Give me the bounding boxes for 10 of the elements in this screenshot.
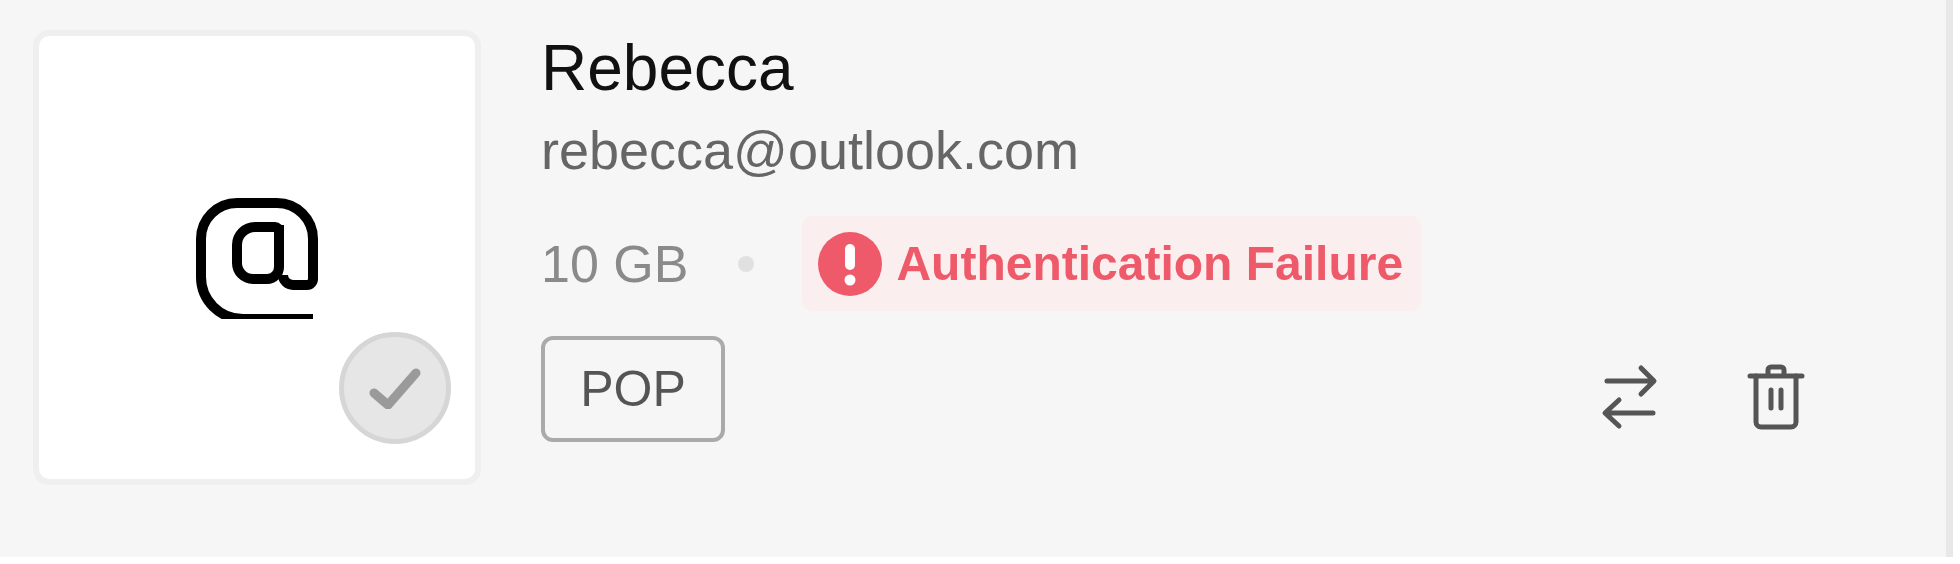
swap-icon xyxy=(1601,364,1659,430)
account-name: Rebecca xyxy=(541,31,795,106)
alert-icon xyxy=(818,231,883,296)
trash-icon xyxy=(1747,364,1805,430)
account-email: rebecca@outlook.com xyxy=(541,119,1081,182)
storage-size: 10 GB xyxy=(541,233,689,294)
check-icon xyxy=(368,367,422,409)
protocol-tag: POP xyxy=(541,336,725,442)
status-badge: Authentication Failure xyxy=(802,216,1422,311)
at-sign-icon xyxy=(195,196,319,319)
